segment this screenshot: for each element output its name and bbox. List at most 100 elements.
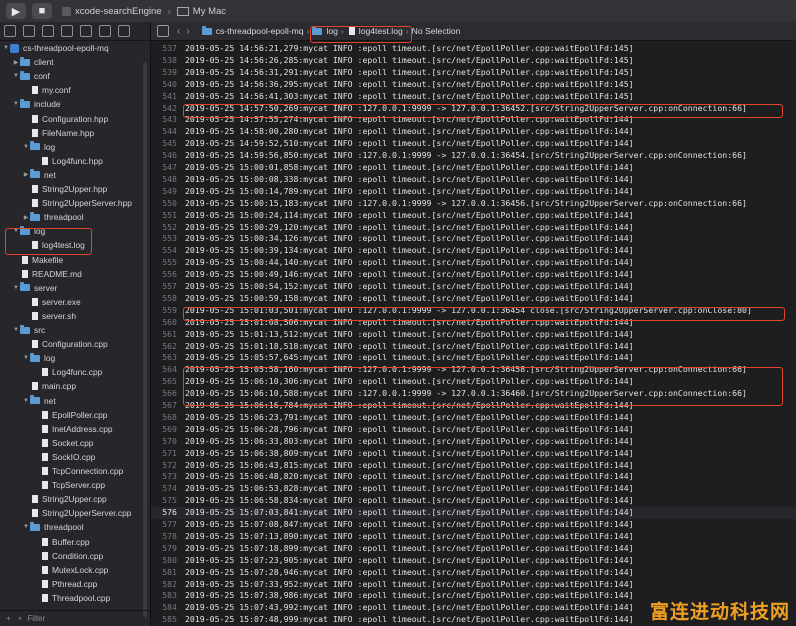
- line-number: 565: [162, 376, 177, 387]
- tree-folder-item[interactable]: ▼ log: [0, 351, 55, 365]
- tree-folder-item[interactable]: ▼ conf: [0, 69, 50, 83]
- tree-folder-item[interactable]: ▼ log: [0, 140, 55, 154]
- disclosure-open-icon[interactable]: ▼: [12, 73, 20, 79]
- tree-file-item[interactable]: server.exe: [0, 295, 81, 309]
- line-number: 554: [162, 245, 177, 256]
- breadcrumb-project[interactable]: cs-threadpool-epoll-mq: [216, 26, 304, 36]
- tree-file-item[interactable]: TcpServer.cpp: [0, 478, 105, 492]
- tree-file-item[interactable]: InetAddress.cpp: [0, 422, 113, 436]
- line-text: 2019-05-25 15:07:38,986:mycat INFO :epol…: [185, 590, 634, 601]
- tree-file-item[interactable]: String2Upper.cpp: [0, 492, 107, 506]
- tree-folder-item[interactable]: ▼ include: [0, 97, 61, 111]
- disclosure-open-icon[interactable]: ▼: [12, 101, 20, 107]
- log-line: 561 2019-05-25 15:01:13,512:mycat INFO :e…: [151, 329, 796, 341]
- source-control-icon[interactable]: [23, 25, 35, 37]
- tree-item-label: EpollPoller.cpp: [52, 409, 108, 420]
- tree-file-item[interactable]: README.md: [0, 267, 82, 281]
- tree-file-item[interactable]: TcpConnection.cpp: [0, 464, 123, 478]
- forward-arrow-icon[interactable]: ›: [186, 26, 189, 37]
- line-number: 566: [162, 388, 177, 399]
- line-number: 556: [162, 269, 177, 280]
- tree-file-item[interactable]: Socket.cpp: [0, 436, 93, 450]
- disclosure-open-icon[interactable]: ▼: [22, 355, 30, 361]
- tree-file-item[interactable]: Pthread.cpp: [0, 577, 97, 591]
- back-arrow-icon[interactable]: ‹: [177, 26, 180, 37]
- log-line: 574 2019-05-25 15:06:53,828:mycat INFO :e…: [151, 483, 796, 495]
- disclosure-open-icon[interactable]: ▼: [2, 45, 10, 51]
- tree-file-item[interactable]: EpollPoller.cpp: [0, 408, 107, 422]
- filter-bar[interactable]: + ⚬ Filter: [0, 610, 150, 626]
- tree-file-item[interactable]: server.sh: [0, 309, 76, 323]
- tree-item-label: String2UpperServer.hpp: [42, 198, 132, 209]
- line-text: 2019-05-25 15:06:23,791:mycat INFO :epol…: [185, 411, 634, 422]
- tree-project-item[interactable]: ▼ cs-threadpool-epoll-mq: [0, 41, 109, 55]
- run-button[interactable]: ▶: [6, 3, 26, 19]
- tree-file-item[interactable]: Buffer.cpp: [0, 535, 90, 549]
- disclosure-open-icon[interactable]: ▼: [12, 285, 20, 291]
- tree-folder-item[interactable]: ▼ server: [0, 281, 57, 295]
- tree-folder-item[interactable]: ▶ threadpool: [0, 210, 84, 224]
- disclosure-open-icon[interactable]: ▼: [12, 327, 20, 333]
- add-icon[interactable]: +: [6, 614, 11, 623]
- filter-icon: ⚬: [16, 614, 24, 623]
- disclosure-open-icon[interactable]: ▼: [22, 144, 30, 150]
- tree-folder-item[interactable]: ▼ threadpool: [0, 520, 84, 534]
- tree-file-item[interactable]: Condition.cpp: [0, 549, 103, 563]
- chevron-right-icon: ›: [167, 5, 171, 17]
- folder-nav-icon[interactable]: [4, 25, 16, 37]
- tree-file-item[interactable]: FileName.hpp: [0, 126, 94, 140]
- tree-file-item[interactable]: SockIO.cpp: [0, 450, 95, 464]
- line-text: 2019-05-25 15:00:15,183:mycat INFO :127.…: [185, 197, 747, 208]
- disclosure-closed-icon[interactable]: ▶: [22, 171, 30, 178]
- xcode-toolbar: ▶ ■ xcode-searchEngine › My Mac: [0, 0, 796, 23]
- breadcrumb-highlight-box: [310, 26, 412, 43]
- log-folder-highlight-box: [5, 228, 92, 255]
- debug-icon[interactable]: [118, 25, 130, 37]
- file-icon: [42, 452, 48, 461]
- tree-file-item[interactable]: Configuration.hpp: [0, 112, 108, 126]
- file-tree: ▼ cs-threadpool-epoll-mq ▶ client ▼ conf my.co…: [0, 41, 150, 611]
- tree-file-item[interactable]: String2UpperServer.hpp: [0, 196, 132, 210]
- line-text: 2019-05-25 15:00:34,126:mycat INFO :epol…: [185, 233, 634, 244]
- stop-button[interactable]: ■: [32, 3, 52, 19]
- line-number: 548: [162, 173, 177, 184]
- source-editor[interactable]: 537 2019-05-25 14:56:21,279:mycat INFO :e…: [151, 41, 796, 626]
- tree-folder-item[interactable]: ▼ net: [0, 394, 56, 408]
- disclosure-open-icon[interactable]: ▼: [22, 398, 30, 404]
- tree-item-label: Log4func.hpp: [52, 155, 103, 166]
- line-559-highlight-box: [183, 307, 785, 321]
- tree-folder-item[interactable]: ▶ client: [0, 55, 54, 69]
- disclosure-closed-icon[interactable]: ▶: [12, 59, 20, 66]
- navigator-scrollbar[interactable]: [143, 62, 147, 617]
- disclosure-closed-icon[interactable]: ▶: [22, 214, 30, 221]
- tree-file-item[interactable]: Threadpool.cpp: [0, 591, 110, 605]
- tree-file-item[interactable]: Log4func.hpp: [0, 154, 103, 168]
- tree-file-item[interactable]: String2UpperServer.cpp: [0, 506, 131, 520]
- tree-file-item[interactable]: Configuration.cpp: [0, 337, 108, 351]
- related-items-icon[interactable]: [157, 25, 169, 37]
- disclosure-open-icon[interactable]: ▼: [22, 524, 30, 530]
- tree-file-item[interactable]: my.conf: [0, 83, 71, 97]
- folder-icon: [30, 521, 40, 531]
- test-icon[interactable]: [99, 25, 111, 37]
- scheme-selector[interactable]: xcode-searchEngine › My Mac: [62, 6, 226, 17]
- tree-file-item[interactable]: Log4func.cpp: [0, 365, 102, 379]
- log-line: 572 2019-05-25 15:06:43,815:mycat INFO :e…: [151, 460, 796, 472]
- file-icon: [32, 185, 38, 193]
- filter-input[interactable]: Filter: [27, 614, 45, 623]
- tree-folder-item[interactable]: ▼ src: [0, 323, 45, 337]
- line-number: 570: [162, 435, 177, 446]
- tree-file-item[interactable]: String2Upper.hpp: [0, 182, 107, 196]
- line-number: 549: [162, 185, 177, 196]
- symbol-icon[interactable]: [42, 25, 54, 37]
- line-text: 2019-05-25 15:07:03,841:mycat INFO :epol…: [185, 507, 634, 518]
- tree-file-item[interactable]: MutexLock.cpp: [0, 563, 108, 577]
- line-number: 567: [162, 400, 177, 410]
- log-line: 573 2019-05-25 15:06:48,820:mycat INFO :e…: [151, 471, 796, 483]
- search-icon[interactable]: [61, 25, 73, 37]
- breadcrumb-selection[interactable]: No Selection: [412, 26, 461, 36]
- tree-file-item[interactable]: main.cpp: [0, 379, 76, 393]
- scheme-name: xcode-searchEngine: [75, 5, 162, 17]
- tree-folder-item[interactable]: ▶ net: [0, 168, 56, 182]
- issue-icon[interactable]: [80, 25, 92, 37]
